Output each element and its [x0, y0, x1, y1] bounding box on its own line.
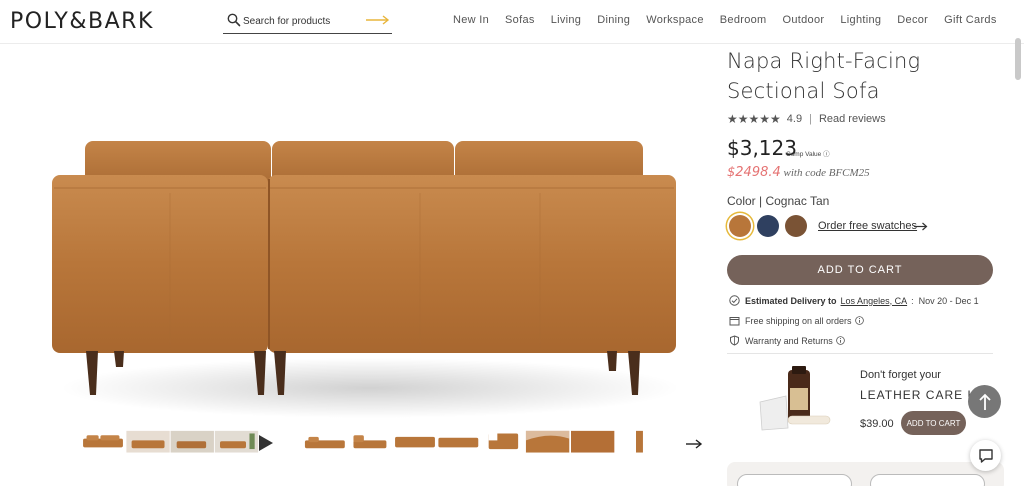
promo-price: $2498.4	[727, 165, 781, 180]
nav-new-in[interactable]: New In	[453, 14, 489, 26]
thumbnail-4[interactable]	[214, 430, 259, 453]
swatch-cognac-tan[interactable]	[729, 215, 751, 237]
delivery-location-link[interactable]: Los Angeles, CA	[841, 296, 908, 306]
box-icon	[729, 317, 740, 326]
chat-button[interactable]	[970, 440, 1001, 471]
arrow-up-icon	[978, 393, 991, 410]
nav-outdoor[interactable]: Outdoor	[783, 14, 825, 26]
delivery-dates: Nov 20 - Dec 1	[918, 295, 979, 306]
read-reviews-link[interactable]: Read reviews	[819, 113, 886, 125]
site-header: POLY&BARK New In Sofas Living Dining Wor…	[0, 0, 1024, 44]
thumbnail-6[interactable]	[304, 436, 345, 449]
arrow-right-icon[interactable]	[914, 222, 928, 231]
shipping-text: Free shipping on all orders	[745, 315, 852, 326]
leather-care-kit-image[interactable]	[752, 366, 834, 432]
sofa-image[interactable]	[40, 133, 690, 423]
info-icon[interactable]	[835, 336, 845, 345]
upsell-pretitle: Don't forget your	[860, 369, 941, 381]
warranty-link[interactable]: Warranty and Returns	[745, 336, 833, 346]
bottom-option-1[interactable]	[737, 474, 852, 486]
star-rating-icon: ★★★★★	[727, 112, 781, 126]
search-icon[interactable]	[227, 13, 241, 27]
upsell-add-to-cart-button[interactable]: ADD TO CART	[901, 411, 966, 435]
upsell-price: $39.00	[860, 418, 894, 430]
info-icon[interactable]	[854, 316, 864, 325]
order-free-swatches-link[interactable]: Order free swatches	[818, 220, 917, 232]
chat-icon	[978, 448, 993, 463]
product-title-line-1: Napa Right-Facing	[727, 49, 921, 73]
nav-workspace[interactable]: Workspace	[646, 14, 704, 26]
promo-code-text: with code BFCM25	[783, 167, 870, 179]
thumbnail-3[interactable]	[170, 430, 214, 453]
rating-separator: |	[809, 113, 812, 125]
shield-icon	[730, 335, 739, 346]
add-to-cart-button[interactable]: ADD TO CART	[727, 255, 993, 285]
delivery-info: Estimated Delivery to Los Angeles, CA : …	[729, 295, 979, 306]
comp-value-label[interactable]: Comp Value ⓘ	[786, 148, 830, 158]
back-to-top-button[interactable]	[968, 385, 1001, 418]
brand-logo[interactable]: POLY&BARK	[10, 9, 154, 34]
nav-bedroom[interactable]: Bedroom	[720, 14, 767, 26]
delivery-colon: :	[911, 295, 919, 306]
swatch-brown[interactable]	[785, 215, 807, 237]
section-divider	[727, 353, 993, 354]
thumbnail-next-arrow-icon[interactable]	[685, 438, 703, 450]
thumbnail-2[interactable]	[126, 430, 170, 453]
thumbnail-12[interactable]	[571, 430, 615, 453]
product-rating: ★★★★★ 4.9 | Read reviews	[727, 112, 886, 126]
nav-dining[interactable]: Dining	[597, 14, 630, 26]
promo-price-line: $2498.4 with code BFCM25	[727, 165, 870, 180]
play-video-icon[interactable]	[258, 434, 274, 452]
nav-living[interactable]: Living	[551, 14, 582, 26]
search-submit-arrow-icon[interactable]	[365, 14, 391, 26]
swatch-navy[interactable]	[757, 215, 779, 237]
thumbnail-1[interactable]	[83, 435, 123, 448]
scrollbar-thumb[interactable]	[1015, 38, 1021, 80]
search-input[interactable]	[243, 12, 363, 30]
color-label: Color | Cognac Tan	[727, 194, 830, 208]
check-circle-icon	[729, 295, 740, 306]
product-gallery	[0, 45, 712, 486]
main-nav: New In Sofas Living Dining Workspace Bed…	[453, 14, 997, 26]
shipping-info: Free shipping on all orders	[729, 315, 869, 326]
product-title: Napa Right-Facing Sectional Sofa	[727, 46, 987, 106]
thumbnail-13[interactable]	[636, 430, 643, 453]
warranty-info: Warranty and Returns	[729, 335, 850, 346]
thumbnail-9[interactable]	[438, 437, 479, 448]
thumbnail-strip	[83, 430, 643, 453]
page-scrollbar[interactable]	[1012, 30, 1024, 486]
nav-lighting[interactable]: Lighting	[840, 14, 881, 26]
rating-value: 4.9	[786, 113, 803, 125]
info-icon[interactable]: ⓘ	[823, 151, 830, 158]
product-title-line-2: Sectional Sofa	[727, 79, 880, 103]
nav-sofas[interactable]: Sofas	[505, 14, 535, 26]
search-bar[interactable]	[223, 10, 392, 34]
thumbnail-7[interactable]	[353, 435, 387, 449]
thumbnail-11[interactable]	[525, 430, 570, 453]
bottom-option-2[interactable]	[870, 474, 985, 486]
delivery-label: Estimated Delivery to	[745, 295, 837, 306]
nav-decor[interactable]: Decor	[897, 14, 928, 26]
nav-gift-cards[interactable]: Gift Cards	[944, 14, 997, 26]
thumbnail-8[interactable]	[395, 436, 435, 448]
thumbnail-10[interactable]	[488, 433, 519, 450]
